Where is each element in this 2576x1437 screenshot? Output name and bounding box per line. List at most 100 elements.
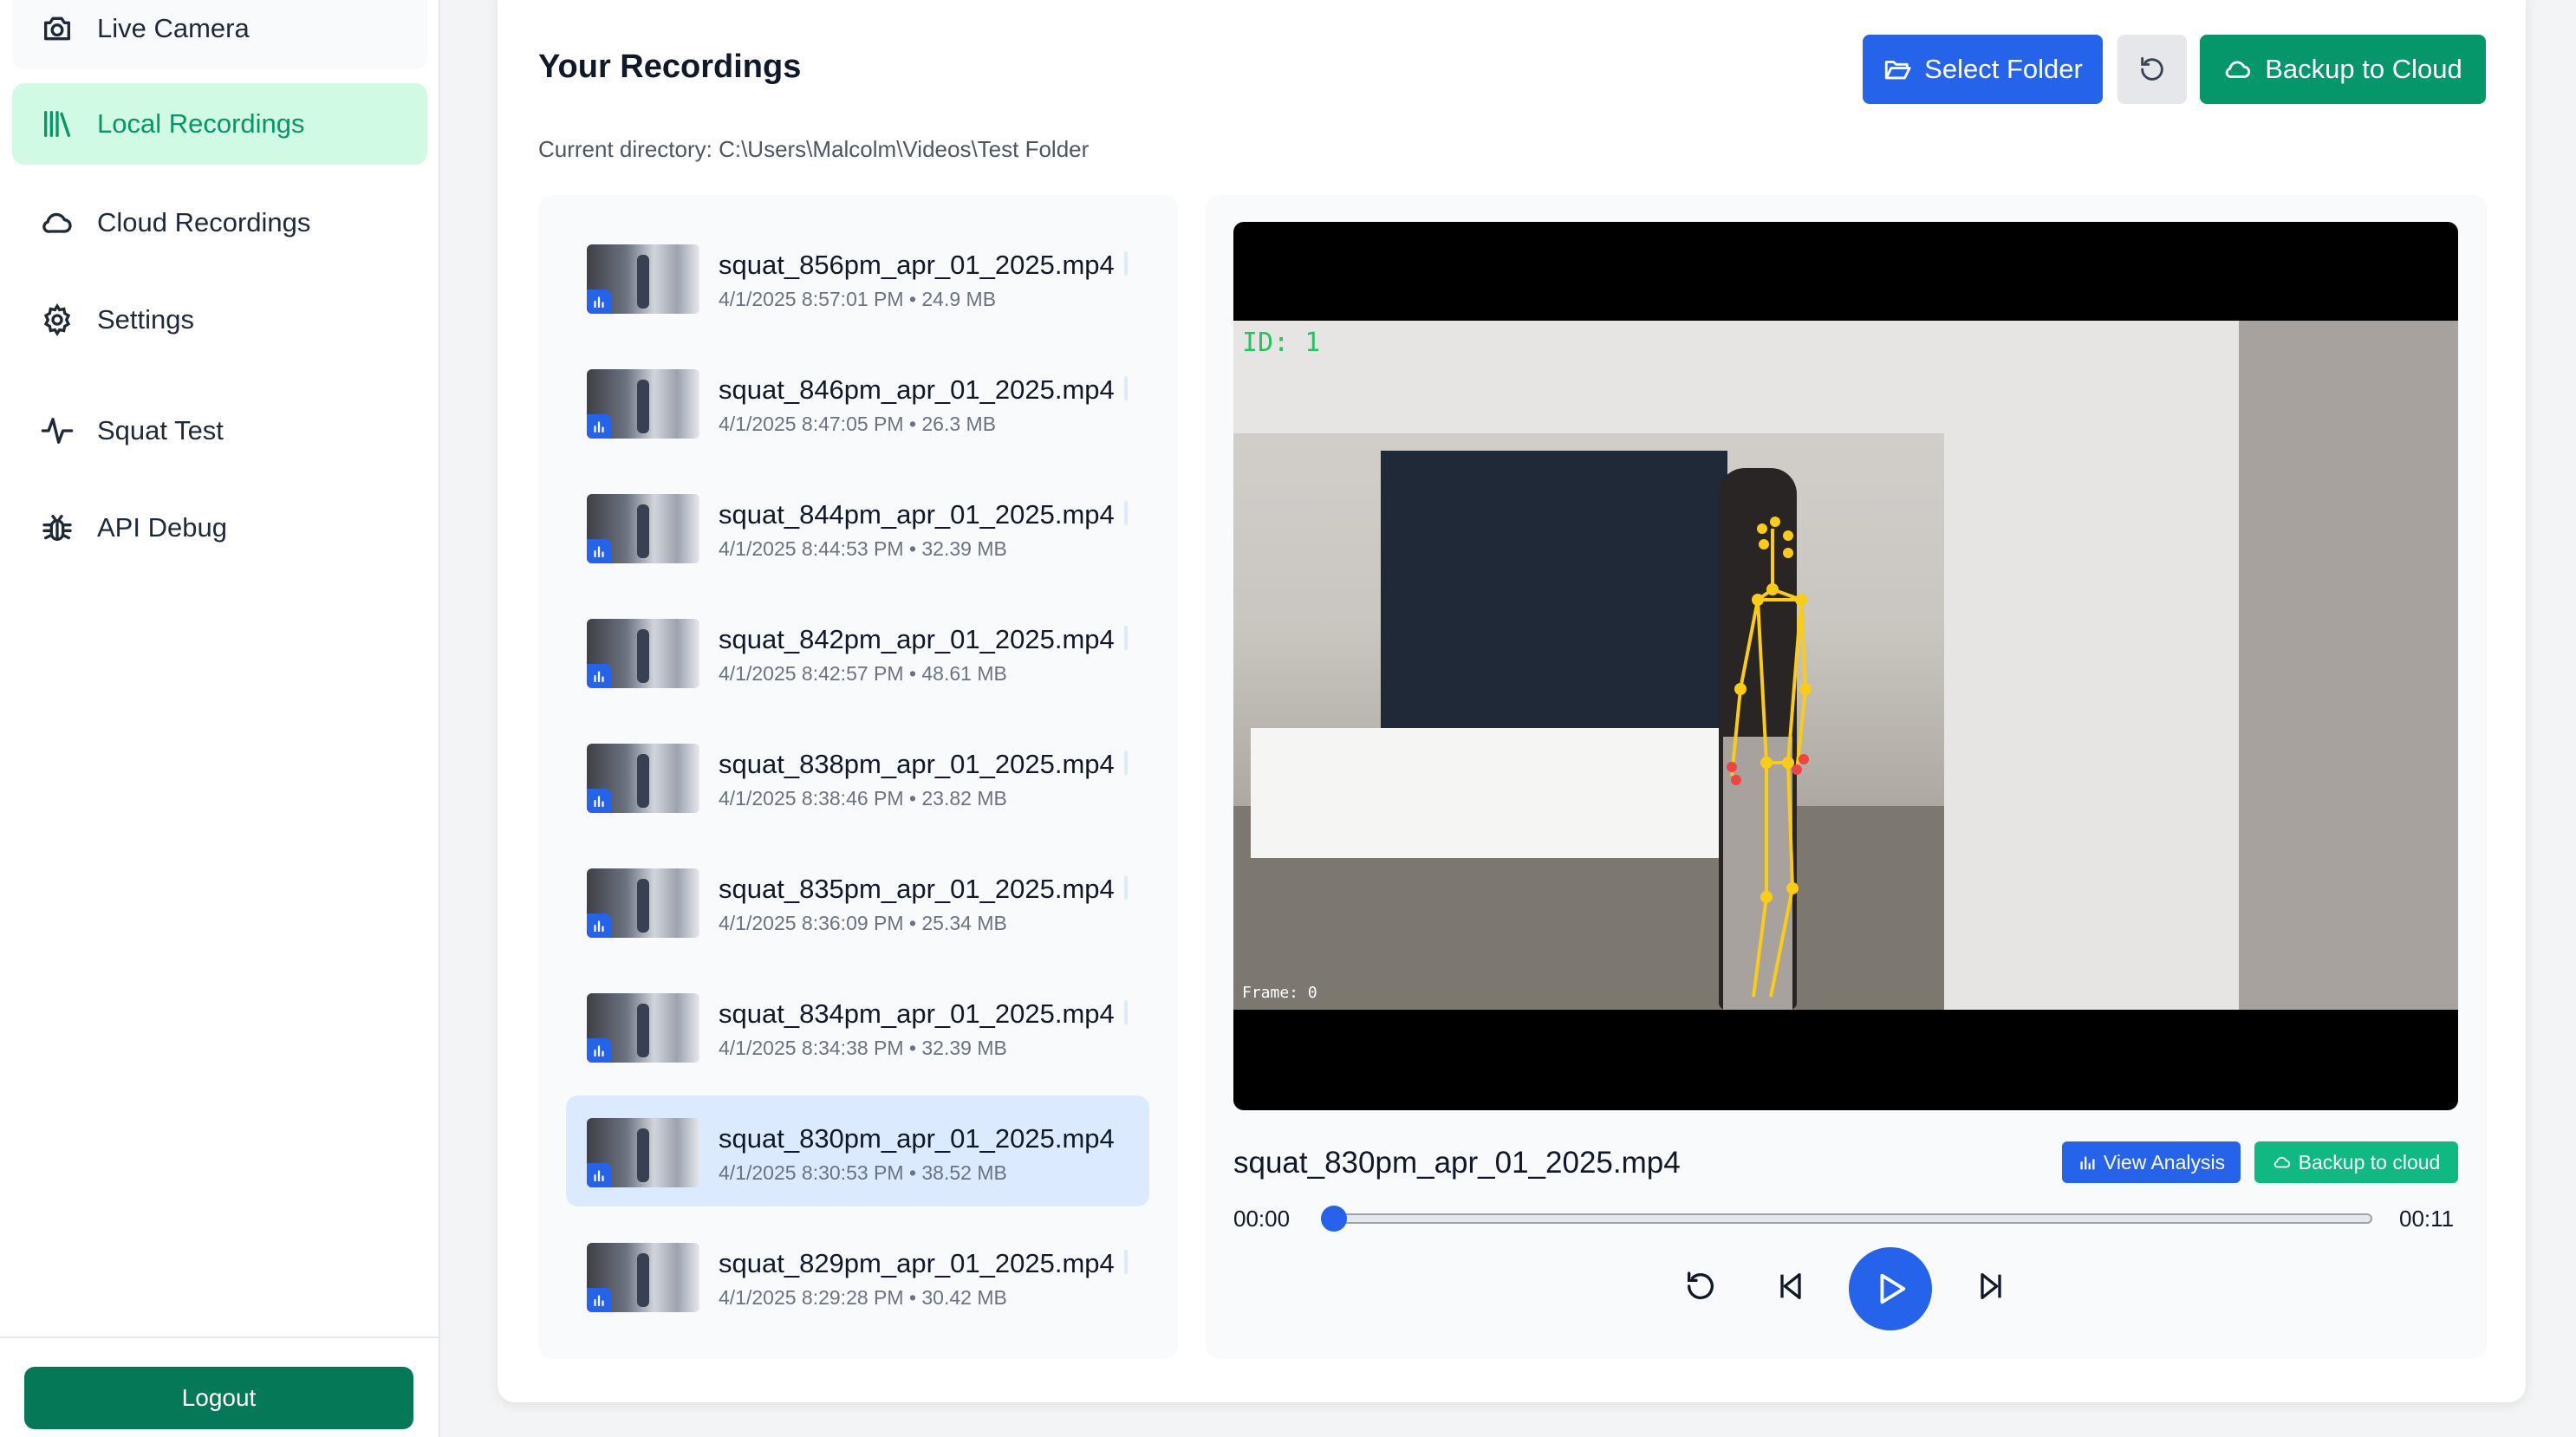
file-meta: 4/1/2025 8:44:53 PM • 32.39 MB [719,537,1007,560]
video-title: squat_830pm_apr_01_2025.mp4 [1233,1146,1681,1180]
video-thumbnail [587,1243,699,1312]
backup-to-cloud-button[interactable]: Backup to Cloud [2200,35,2486,104]
video-thumbnail [587,244,699,314]
file-meta: 4/1/2025 8:30:53 PM • 38.52 MB [719,1161,1007,1184]
sidebar-item-squat-test[interactable]: Squat Test [12,390,427,471]
thumbnail-figure [637,380,649,433]
restart-button[interactable] [1680,1265,1721,1307]
analysis-badge-icon [587,1163,611,1187]
sidebar-divider [0,1336,440,1338]
row-edge-marker [1124,376,1128,400]
video-thumbnail [587,993,699,1063]
select-folder-label: Select Folder [1924,54,2083,84]
sidebar: Live Camera Local Recordings Cloud Recor… [0,0,440,1437]
analysis-badge-icon [587,789,611,813]
thumbnail-figure [637,1004,649,1057]
file-list-item[interactable]: squat_838pm_apr_01_2025.mp4 4/1/2025 8:38… [566,721,1149,832]
restart-icon [1688,1271,1714,1300]
row-edge-marker [1124,1000,1128,1024]
folder-open-icon [1885,61,1911,80]
seek-thumb[interactable] [1321,1206,1347,1232]
sidebar-item-api-debug[interactable]: API Debug [12,487,427,569]
bar-chart-icon [2080,1156,2095,1170]
sidebar-item-local-recordings[interactable]: Local Recordings [12,83,427,165]
analysis-badge-icon [587,664,611,688]
file-list-item[interactable]: squat_835pm_apr_01_2025.mp4 4/1/2025 8:36… [566,846,1149,957]
overlay-id: ID: 1 [1242,328,1321,358]
file-meta: 4/1/2025 8:38:46 PM • 23.82 MB [719,787,1007,810]
video-thumbnail [587,744,699,813]
thumbnail-figure [637,754,649,808]
library-icon [40,107,75,141]
thumbnail-figure [637,1128,649,1182]
thumbnail-figure [637,504,649,558]
thumbnail-figure [637,255,649,309]
seek-bar[interactable] [1324,1213,2372,1224]
sidebar-item-cloud-recordings[interactable]: Cloud Recordings [12,182,427,263]
analysis-badge-icon [587,914,611,938]
thumbnail-figure [637,879,649,933]
sidebar-item-label: Cloud Recordings [97,207,311,237]
time-total: 00:11 [2399,1206,2455,1232]
file-name: squat_829pm_apr_01_2025.mp4 [719,1248,1115,1278]
row-edge-marker [1124,501,1128,525]
next-button[interactable] [1970,1265,2012,1307]
select-folder-button[interactable]: Select Folder [1863,35,2103,104]
file-meta: 4/1/2025 8:29:28 PM • 30.42 MB [719,1286,1007,1309]
file-list-item[interactable]: squat_856pm_apr_01_2025.mp4 4/1/2025 8:57… [566,222,1149,333]
thumbnail-figure [637,1253,649,1307]
logout-button[interactable]: Logout [24,1367,413,1429]
sidebar-item-settings[interactable]: Settings [12,279,427,361]
overlay-frame-counter: Frame: 0 [1242,984,1317,1002]
view-analysis-button[interactable]: View Analysis [2062,1141,2241,1183]
file-list-item[interactable]: squat_834pm_apr_01_2025.mp4 4/1/2025 8:34… [566,971,1149,1082]
file-meta: 4/1/2025 8:47:05 PM • 26.3 MB [719,413,997,435]
sidebar-item-label: Local Recordings [97,108,305,139]
file-meta: 4/1/2025 8:36:09 PM • 25.34 MB [719,912,1007,934]
thumbnail-figure [637,629,649,683]
video-thumbnail [587,369,699,439]
pose-skeleton [1727,517,1812,998]
file-list-item[interactable]: squat_829pm_apr_01_2025.mp4 4/1/2025 8:29… [566,1220,1149,1331]
file-name: squat_838pm_apr_01_2025.mp4 [719,749,1115,779]
skip-forward-icon [1981,1273,2001,1299]
play-button[interactable] [1849,1247,1932,1330]
file-name: squat_834pm_apr_01_2025.mp4 [719,998,1115,1029]
sidebar-item-label: API Debug [97,512,227,543]
previous-button[interactable] [1770,1265,1812,1307]
file-list-item[interactable]: squat_830pm_apr_01_2025.mp4 4/1/2025 8:30… [566,1096,1149,1206]
video-thumbnail [587,494,699,563]
backup-to-cloud-small-button[interactable]: Backup to cloud [2254,1141,2458,1183]
analysis-badge-icon [587,289,611,314]
video-player[interactable]: ID: 1 Frame: 0 [1233,222,2458,1110]
file-meta: 4/1/2025 8:42:57 PM • 48.61 MB [719,662,1007,685]
view-analysis-label: View Analysis [2103,1150,2226,1174]
file-name: squat_846pm_apr_01_2025.mp4 [719,374,1115,405]
file-list-item[interactable]: squat_844pm_apr_01_2025.mp4 4/1/2025 8:44… [566,471,1149,582]
video-thumbnail [587,619,699,688]
time-current: 00:00 [1233,1206,1291,1232]
refresh-button[interactable] [2117,35,2187,104]
row-edge-marker [1124,251,1128,276]
file-name: squat_842pm_apr_01_2025.mp4 [719,624,1115,654]
backup-to-cloud-label: Backup to Cloud [2265,54,2462,84]
bug-icon [40,510,75,545]
sidebar-item-live-camera[interactable]: Live Camera [12,0,427,69]
row-edge-marker [1124,751,1128,775]
video-frame: ID: 1 Frame: 0 [1233,321,2458,1010]
row-edge-marker [1124,1250,1128,1274]
file-list-item[interactable]: squat_842pm_apr_01_2025.mp4 4/1/2025 8:42… [566,596,1149,707]
sidebar-item-label: Squat Test [97,415,224,445]
file-name: squat_830pm_apr_01_2025.mp4 [719,1123,1115,1154]
file-name: squat_835pm_apr_01_2025.mp4 [719,874,1115,904]
page-title: Your Recordings [538,49,802,85]
backup-to-cloud-small-label: Backup to cloud [2298,1150,2441,1174]
play-icon [1880,1273,1906,1304]
analysis-badge-icon [587,1288,611,1312]
analysis-badge-icon [587,539,611,563]
video-thumbnail [587,868,699,938]
cloud-icon [2274,1156,2290,1168]
file-name: squat_844pm_apr_01_2025.mp4 [719,499,1115,530]
file-list-item[interactable]: squat_846pm_apr_01_2025.mp4 4/1/2025 8:47… [566,347,1149,458]
file-name: squat_856pm_apr_01_2025.mp4 [719,250,1115,280]
